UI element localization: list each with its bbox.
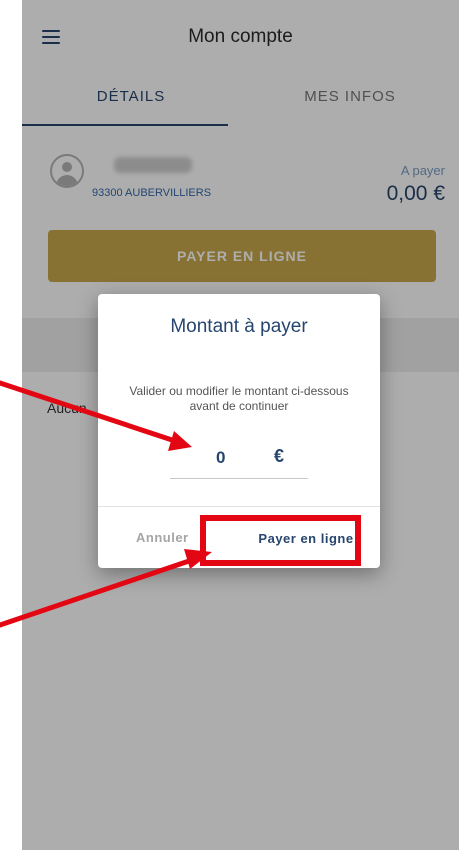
dialog-divider: [98, 506, 380, 507]
app-screen: Mon compte DÉTAILS MES INFOS 93300 AUBER…: [22, 0, 459, 850]
confirm-pay-button[interactable]: Payer en ligne: [236, 523, 376, 555]
amount-input[interactable]: 0 €: [170, 438, 308, 479]
currency-symbol: €: [274, 446, 285, 466]
dialog-title: Montant à payer: [170, 316, 308, 337]
dialog-description: Valider ou modifier le montant ci-dessou…: [129, 384, 349, 413]
cancel-button[interactable]: Annuler: [136, 530, 189, 545]
amount-dialog: Montant à payer Valider ou modifier le m…: [98, 294, 380, 568]
amount-input-value: 0: [216, 448, 226, 467]
